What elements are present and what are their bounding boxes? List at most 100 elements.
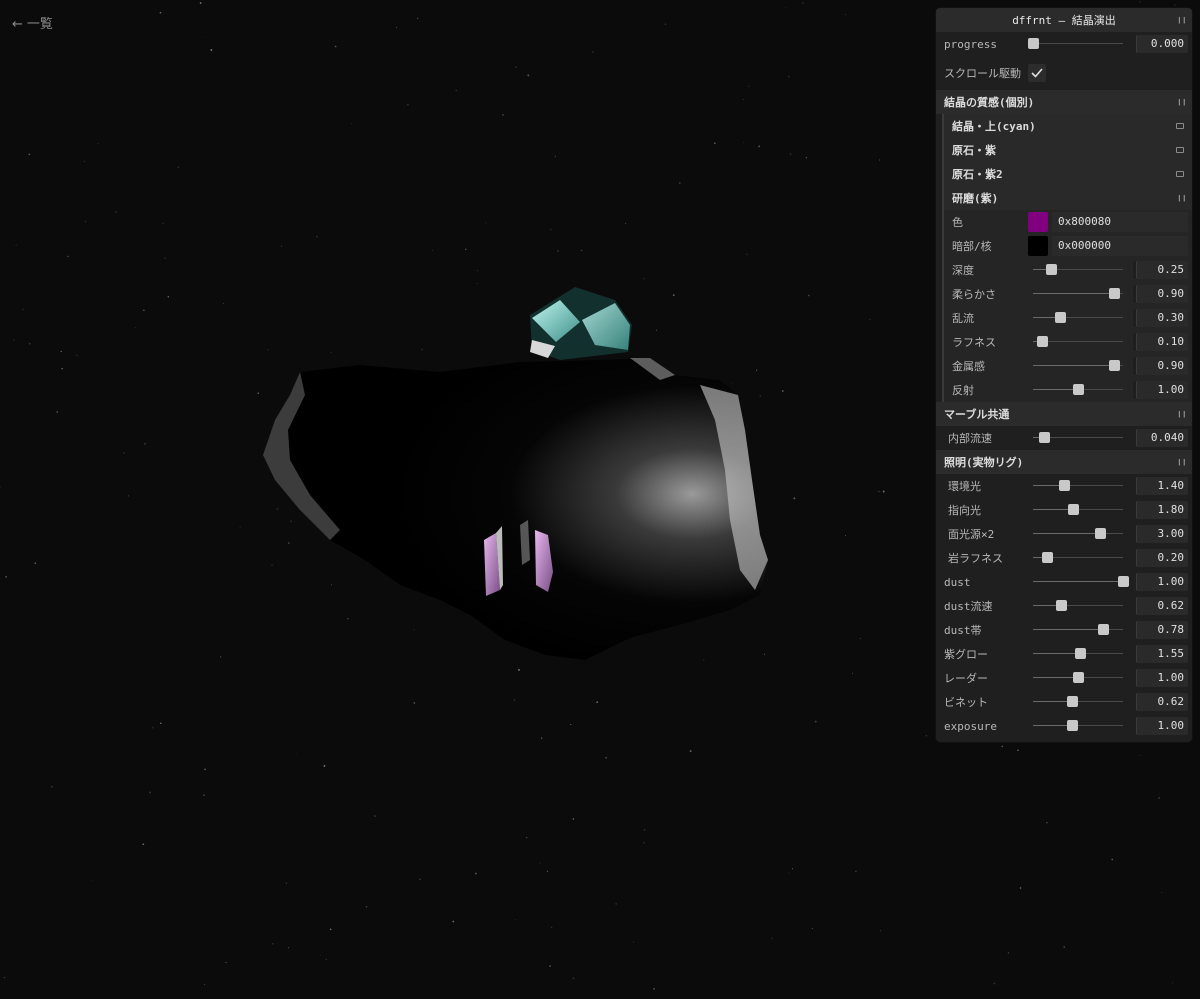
subfolder-title: 原石・紫 [952, 144, 996, 157]
global-param-3-slider-handle[interactable] [1074, 648, 1086, 659]
light-param-2-slider-handle[interactable] [1095, 528, 1107, 539]
polish-param-5-slider-handle[interactable] [1072, 384, 1084, 395]
polish-param-0-slider[interactable] [1032, 261, 1123, 279]
polish-param-1-slider[interactable] [1032, 285, 1123, 303]
polish-param-2-value-input[interactable]: 0.30 [1132, 309, 1188, 327]
polish-param-0-slider-handle[interactable] [1045, 264, 1057, 275]
folder-marble[interactable]: マーブル共通 ❙❙ [936, 402, 1192, 426]
global-param-2-slider-handle[interactable] [1098, 624, 1110, 635]
panel-title-bar[interactable]: dffrnt — 結晶演出 ❙❙ [936, 8, 1192, 32]
star [475, 872, 477, 875]
collapse-icon[interactable]: ❙❙ [1177, 458, 1187, 466]
light-param-0-slider-handle[interactable] [1059, 480, 1071, 491]
polish-param-3-slider-handle[interactable] [1036, 336, 1048, 347]
global-param-0-slider-handle[interactable] [1117, 576, 1129, 587]
scroll-checkbox[interactable] [1028, 64, 1046, 82]
collapse-icon[interactable]: ❙❙ [1177, 194, 1187, 202]
polish-param-0-value-input[interactable]: 0.25 [1132, 261, 1188, 279]
global-param-6-value-input[interactable]: 1.00 [1132, 717, 1189, 735]
star [142, 843, 145, 846]
collapse-icon[interactable]: ❙❙ [1177, 410, 1187, 418]
global-param-4-slider[interactable] [1032, 669, 1123, 687]
star [225, 961, 227, 964]
global-param-5-label: ビネット [944, 696, 988, 709]
global-param-0-slider[interactable] [1032, 573, 1129, 591]
global-param-3-slider[interactable] [1032, 645, 1123, 663]
star [878, 159, 880, 161]
subfolder-polish-purple[interactable]: 研磨(紫) ❙❙ [944, 186, 1192, 210]
star [319, 955, 321, 956]
star [1017, 749, 1019, 752]
collapse-icon[interactable]: ❙❙ [1177, 16, 1187, 24]
marble-param-0-slider[interactable] [1032, 429, 1123, 447]
star [84, 221, 86, 223]
global-param-1-value-input[interactable]: 0.62 [1132, 597, 1189, 615]
star [476, 269, 479, 272]
polish-param-4-value-input[interactable]: 0.90 [1132, 357, 1188, 375]
star [204, 768, 206, 771]
star [689, 750, 692, 753]
global-param-2-slider[interactable] [1032, 621, 1123, 639]
light-param-2-slider[interactable] [1032, 525, 1123, 543]
expand-icon[interactable] [1176, 147, 1184, 153]
polish-param-2-slider[interactable] [1032, 309, 1123, 327]
back-to-list-link[interactable]: ← 一覧 [12, 13, 53, 32]
polish-param-3-value-input[interactable]: 0.10 [1132, 333, 1188, 351]
polish-param-2-slider-handle[interactable] [1054, 312, 1066, 323]
star [374, 815, 376, 817]
light-param-0-slider[interactable] [1032, 477, 1123, 495]
color-swatch[interactable] [1028, 212, 1048, 232]
polish-param-1-value-input[interactable]: 0.90 [1132, 285, 1188, 303]
global-param-1-slider-handle[interactable] [1055, 600, 1067, 611]
light-param-3-slider[interactable] [1032, 549, 1123, 567]
marble-param-0-value-input[interactable]: 0.040 [1132, 429, 1189, 447]
polish-param-5-value-input[interactable]: 1.00 [1132, 381, 1188, 399]
progress-0-value-input[interactable]: 0.000 [1132, 35, 1189, 53]
folder-lighting[interactable]: 照明(実物リグ) ❙❙ [936, 450, 1192, 474]
light-param-3-value-input[interactable]: 0.20 [1132, 549, 1189, 567]
color-label: 色 [952, 216, 963, 229]
subfolder-closed-2[interactable]: 原石・紫2 [944, 162, 1192, 186]
collapse-icon[interactable]: ❙❙ [1177, 98, 1187, 106]
light-param-0-value-input[interactable]: 1.40 [1132, 477, 1189, 495]
light-param-1-slider[interactable] [1032, 501, 1123, 519]
light-param-1-label: 指向光 [948, 504, 981, 517]
global-param-5-slider-handle[interactable] [1067, 696, 1079, 707]
star [280, 245, 283, 247]
light-param-2-value-input[interactable]: 3.00 [1132, 525, 1189, 543]
star [633, 941, 635, 943]
global-param-4-slider-handle[interactable] [1072, 672, 1084, 683]
light-param-1-slider-handle[interactable] [1068, 504, 1080, 515]
star [13, 339, 15, 341]
global-param-1-slider[interactable] [1032, 597, 1123, 615]
dark-color-swatch[interactable] [1028, 236, 1048, 256]
marble-param-0-slider-handle[interactable] [1039, 432, 1051, 443]
star [347, 618, 349, 620]
polish-param-4-slider[interactable] [1032, 357, 1123, 375]
expand-icon[interactable] [1176, 171, 1184, 177]
folder-crystal-texture[interactable]: 結晶の質感(個別) ❙❙ [936, 90, 1192, 114]
polish-param-3-slider[interactable] [1032, 333, 1123, 351]
polish-param-4-slider-handle[interactable] [1108, 360, 1120, 371]
light-param-3-slider-handle[interactable] [1042, 552, 1054, 563]
global-param-3-value-input[interactable]: 1.55 [1132, 645, 1189, 663]
global-param-2-value-input[interactable]: 0.78 [1132, 621, 1189, 639]
global-param-4-value-input[interactable]: 1.00 [1132, 669, 1189, 687]
progress-0-slider[interactable] [1027, 35, 1123, 53]
subfolder-closed-0[interactable]: 結晶・上(cyan) [944, 114, 1192, 138]
progress-0-slider-handle[interactable] [1027, 38, 1039, 49]
light-param-1-value-input[interactable]: 1.80 [1132, 501, 1189, 519]
global-param-5-slider[interactable] [1032, 693, 1123, 711]
subfolder-closed-1[interactable]: 原石・紫 [944, 138, 1192, 162]
global-param-6-slider-handle[interactable] [1067, 720, 1079, 731]
star [550, 926, 553, 929]
star [223, 303, 225, 305]
dark-hex-input[interactable]: 0x000000 [1052, 236, 1188, 256]
expand-icon[interactable] [1176, 123, 1184, 129]
color-hex-input[interactable]: 0x800080 [1052, 212, 1188, 232]
global-param-0-value-input[interactable]: 1.00 [1132, 573, 1189, 591]
global-param-6-slider[interactable] [1032, 717, 1123, 735]
polish-param-1-slider-handle[interactable] [1108, 288, 1120, 299]
global-param-5-value-input[interactable]: 0.62 [1132, 693, 1189, 711]
polish-param-5-slider[interactable] [1032, 381, 1123, 399]
